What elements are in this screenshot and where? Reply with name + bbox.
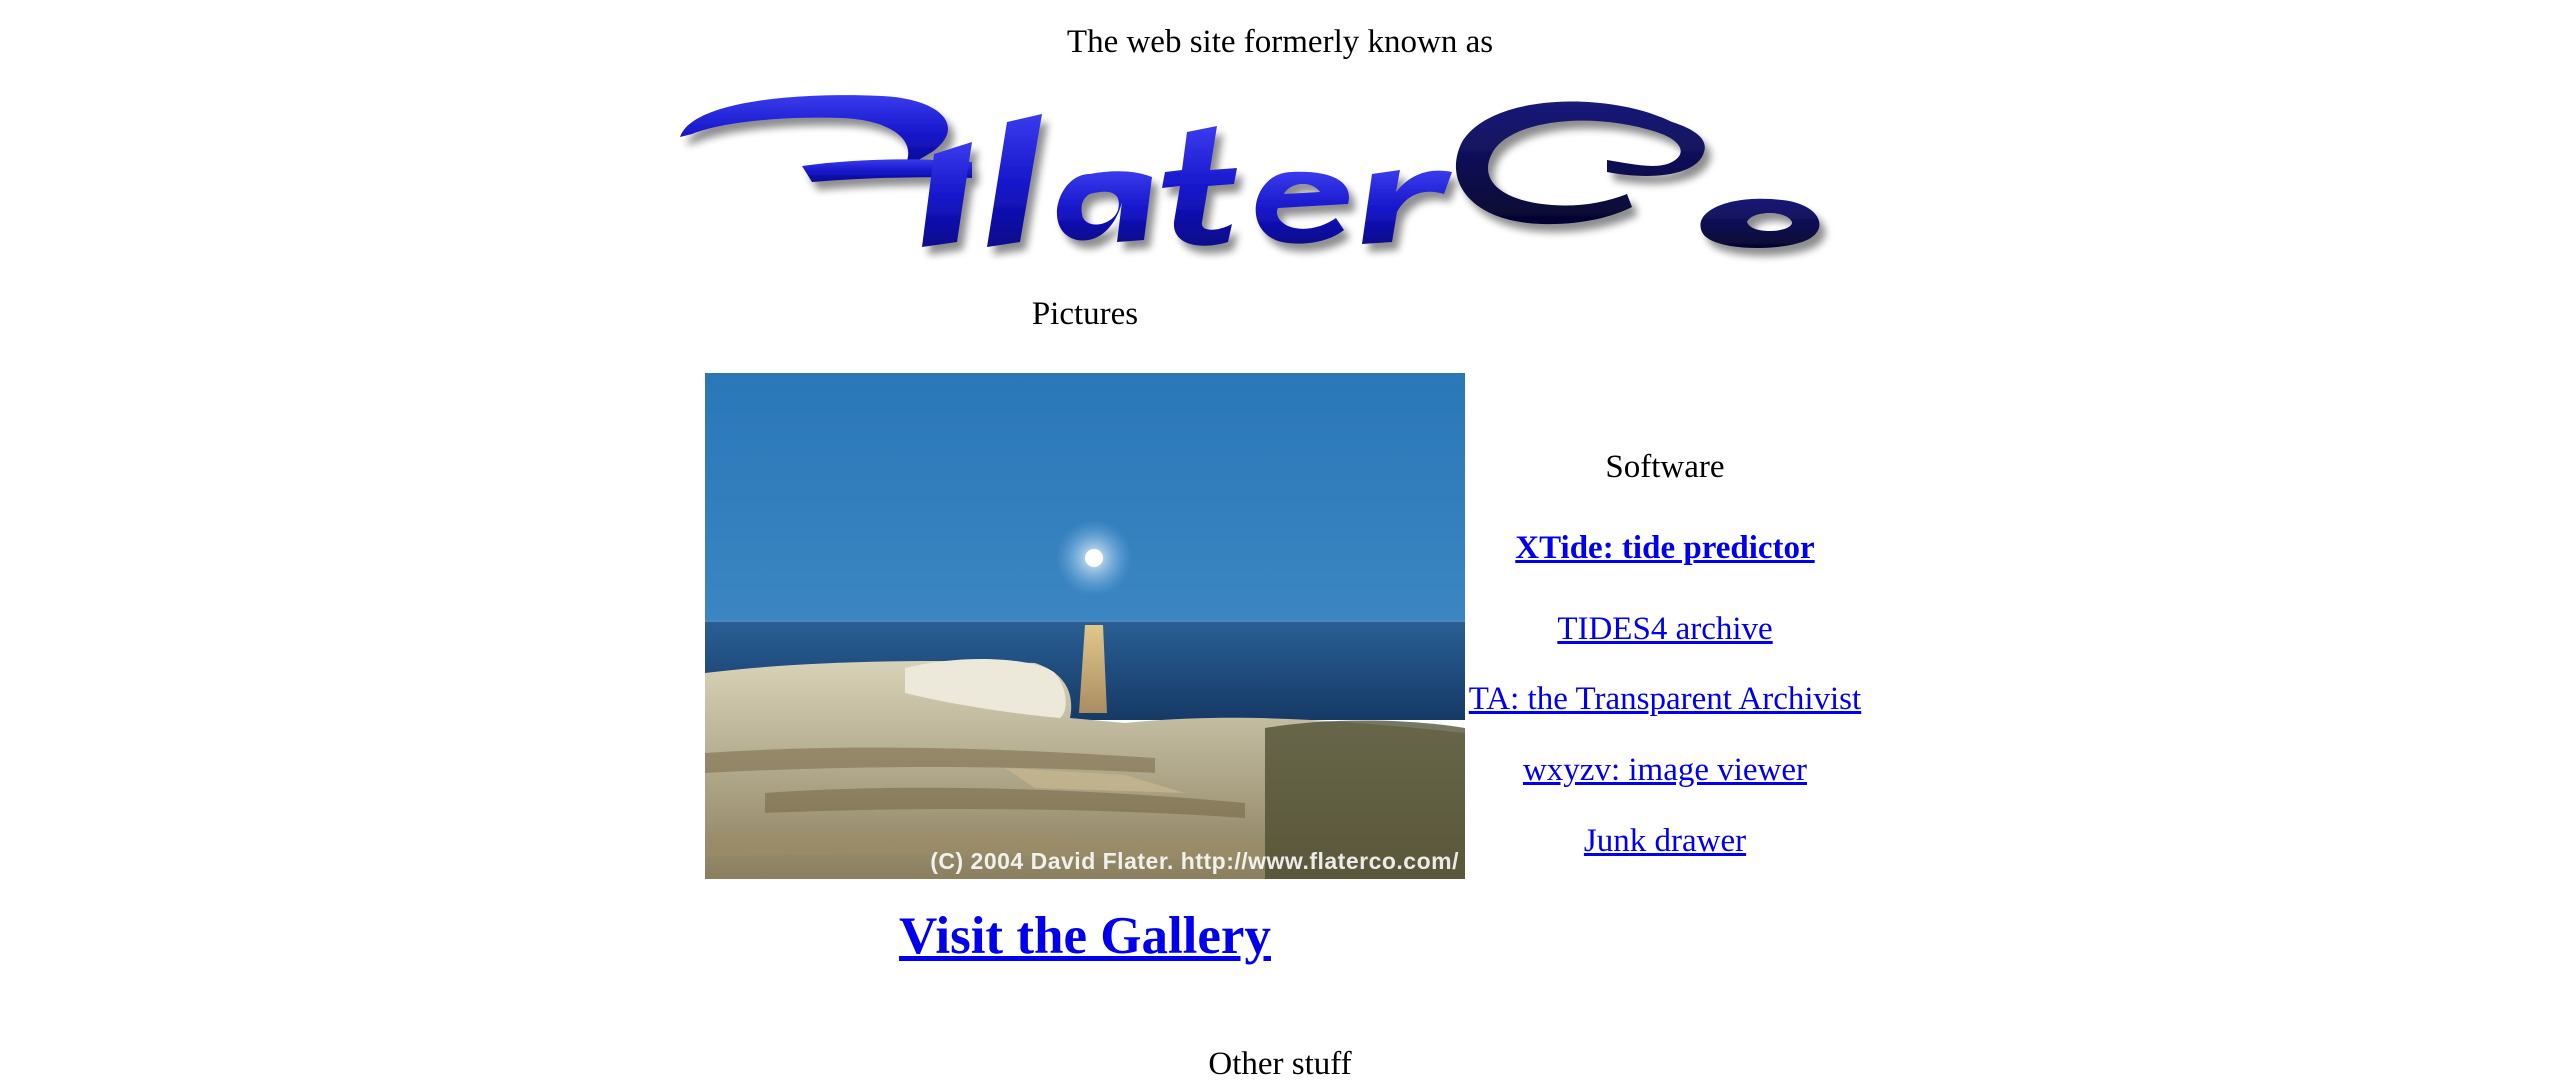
xtide-link[interactable]: XTide: tide predictor: [1465, 525, 1865, 571]
moonrise-photo[interactable]: (C) 2004 David Flater. http://www.flater…: [705, 373, 1465, 879]
tides4-archive-link[interactable]: TIDES4 archive: [1465, 606, 1865, 652]
junk-drawer-link[interactable]: Junk drawer: [1465, 818, 1865, 864]
software-section: Software XTide: tide predictor TIDES4 ar…: [1465, 444, 1865, 864]
flaterco-logo: [680, 95, 1820, 248]
pictures-heading: Pictures: [1031, 296, 1139, 332]
moon-over-sea-image: [705, 373, 1465, 879]
software-heading: Software: [1605, 449, 1725, 485]
formerly-known-as-text: The web site formerly known as: [1066, 24, 1494, 60]
wxyzv-link[interactable]: wxyzv: image viewer: [1465, 747, 1865, 793]
photo-copyright-caption: (C) 2004 David Flater. http://www.flater…: [930, 848, 1459, 874]
transparent-archivist-link[interactable]: TA: the Transparent Archivist: [1465, 676, 1865, 722]
visit-gallery-link[interactable]: Visit the Gallery: [899, 907, 1271, 965]
other-stuff-heading: Other stuff: [1208, 1046, 1352, 1082]
